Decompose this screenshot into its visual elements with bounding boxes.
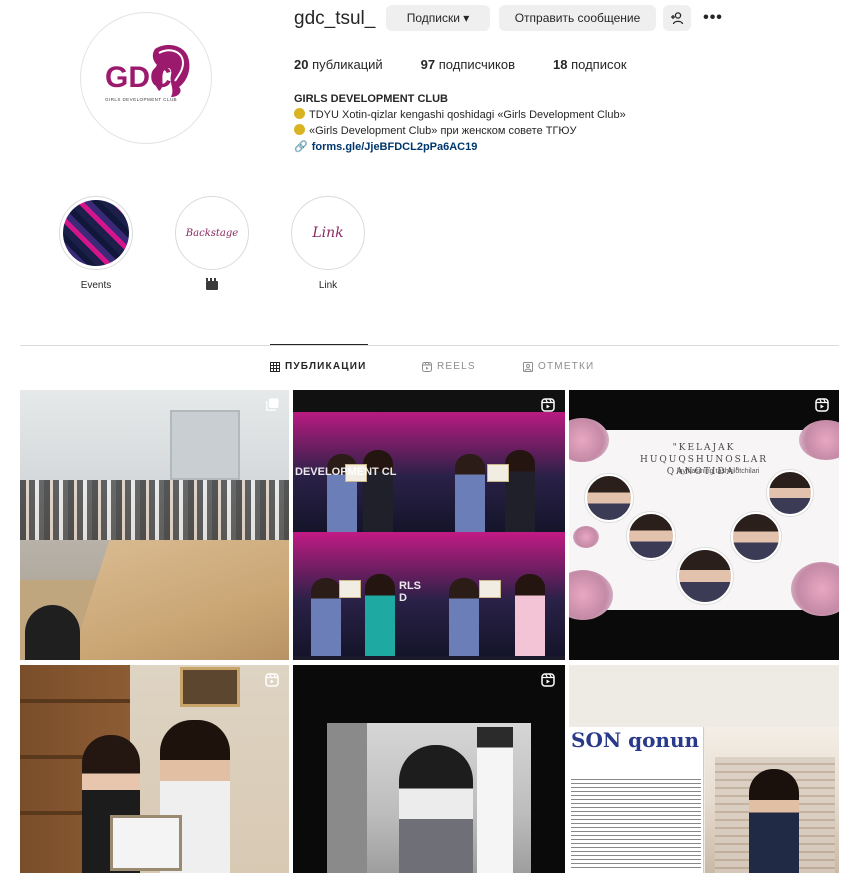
stat-following[interactable]: 18 подписок [553,57,627,72]
add-user-icon [671,12,684,25]
logo-subtitle: GIRLS DEVELOPMENT CLUB [105,97,178,102]
sparkle-icon [294,108,305,119]
following-button[interactable]: Подписки ▾ [386,5,490,31]
portrait [677,548,733,604]
reels-icon [541,398,555,415]
multi-image-icon [266,398,279,414]
portrait [585,474,633,522]
post-tile[interactable]: DEVELOPMENT CL RLS D [293,390,565,660]
bio-line-1: TDYU Xotin-qizlar kengashi qoshidagi «Gi… [294,107,714,123]
tab-tagged[interactable]: ОТМЕТКИ [523,361,594,372]
highlight-events[interactable]: Events [56,196,136,291]
overlay-text: DEVELOPMENT CL [295,466,397,478]
stat-posts[interactable]: 20 публикаций [294,57,383,72]
post-subtitle: loyihasining tashkilotchilari [677,468,760,475]
highlight-label: Link [318,280,338,291]
highlight-label [172,277,252,291]
profile-bio: GIRLS DEVELOPMENT CLUB TDYU Xotin-qizlar… [294,91,714,155]
portrait [627,512,675,560]
highlight-link-cover-text: Link [312,225,344,241]
logo-text: GDC [105,61,172,94]
post-tile[interactable] [20,390,289,660]
send-message-button[interactable]: Отправить сообщение [499,5,656,31]
suggest-users-button[interactable] [663,5,691,31]
profile-username: gdc_tsul_ [294,8,376,29]
grid-icon [270,361,280,372]
tab-reels[interactable]: REELS [422,361,476,372]
highlight-events-cover [63,200,129,266]
highlight-link[interactable]: Link Link [288,196,368,291]
portrait [731,512,781,562]
reels-icon [541,673,555,690]
tab-posts[interactable]: ПУБЛИКАЦИИ [270,361,367,372]
tag-icon [523,361,533,372]
reels-icon [422,361,432,372]
overlay-text: RLS D [399,580,421,604]
post-tile[interactable] [20,665,289,873]
sparkle-icon [294,124,305,135]
post-tile[interactable]: SON qonun [569,665,839,873]
reels-icon [265,673,279,690]
highlight-label: Events [80,280,112,291]
bio-name: GIRLS DEVELOPMENT CLUB [294,93,449,105]
clapperboard-icon [206,277,218,290]
bio-line-2: «Girls Development Club» при женском сов… [294,123,714,139]
newspaper: SON qonun [569,727,704,873]
profile-stats: 20 публикаций 97 подписчиков 18 подписок [294,57,665,72]
newspaper-title: SON qonun [571,728,700,752]
reels-icon [815,398,829,415]
more-options-button[interactable]: ••• [700,5,726,31]
post-tile[interactable] [293,665,565,873]
link-icon: 🔗 [294,141,308,153]
bio-link[interactable]: 🔗 forms.gle/JjeBFDCL2pPa6AC19 [294,139,714,155]
stat-followers[interactable]: 97 подписчиков [421,57,515,72]
highlight-backstage[interactable]: Backstage [172,196,252,291]
portrait [767,470,813,516]
tabs-divider [20,345,839,346]
post-tile[interactable]: "KELAJAK HUQUQSHUNOSLAR QANOTIDA" loyiha… [569,390,839,660]
gdc-logo: GDC GIRLS DEVELOPMENT CLUB [91,43,201,113]
profile-avatar[interactable]: GDC GIRLS DEVELOPMENT CLUB [80,12,212,144]
highlight-backstage-cover-text: Backstage [185,227,239,239]
active-tab-indicator [270,344,368,345]
